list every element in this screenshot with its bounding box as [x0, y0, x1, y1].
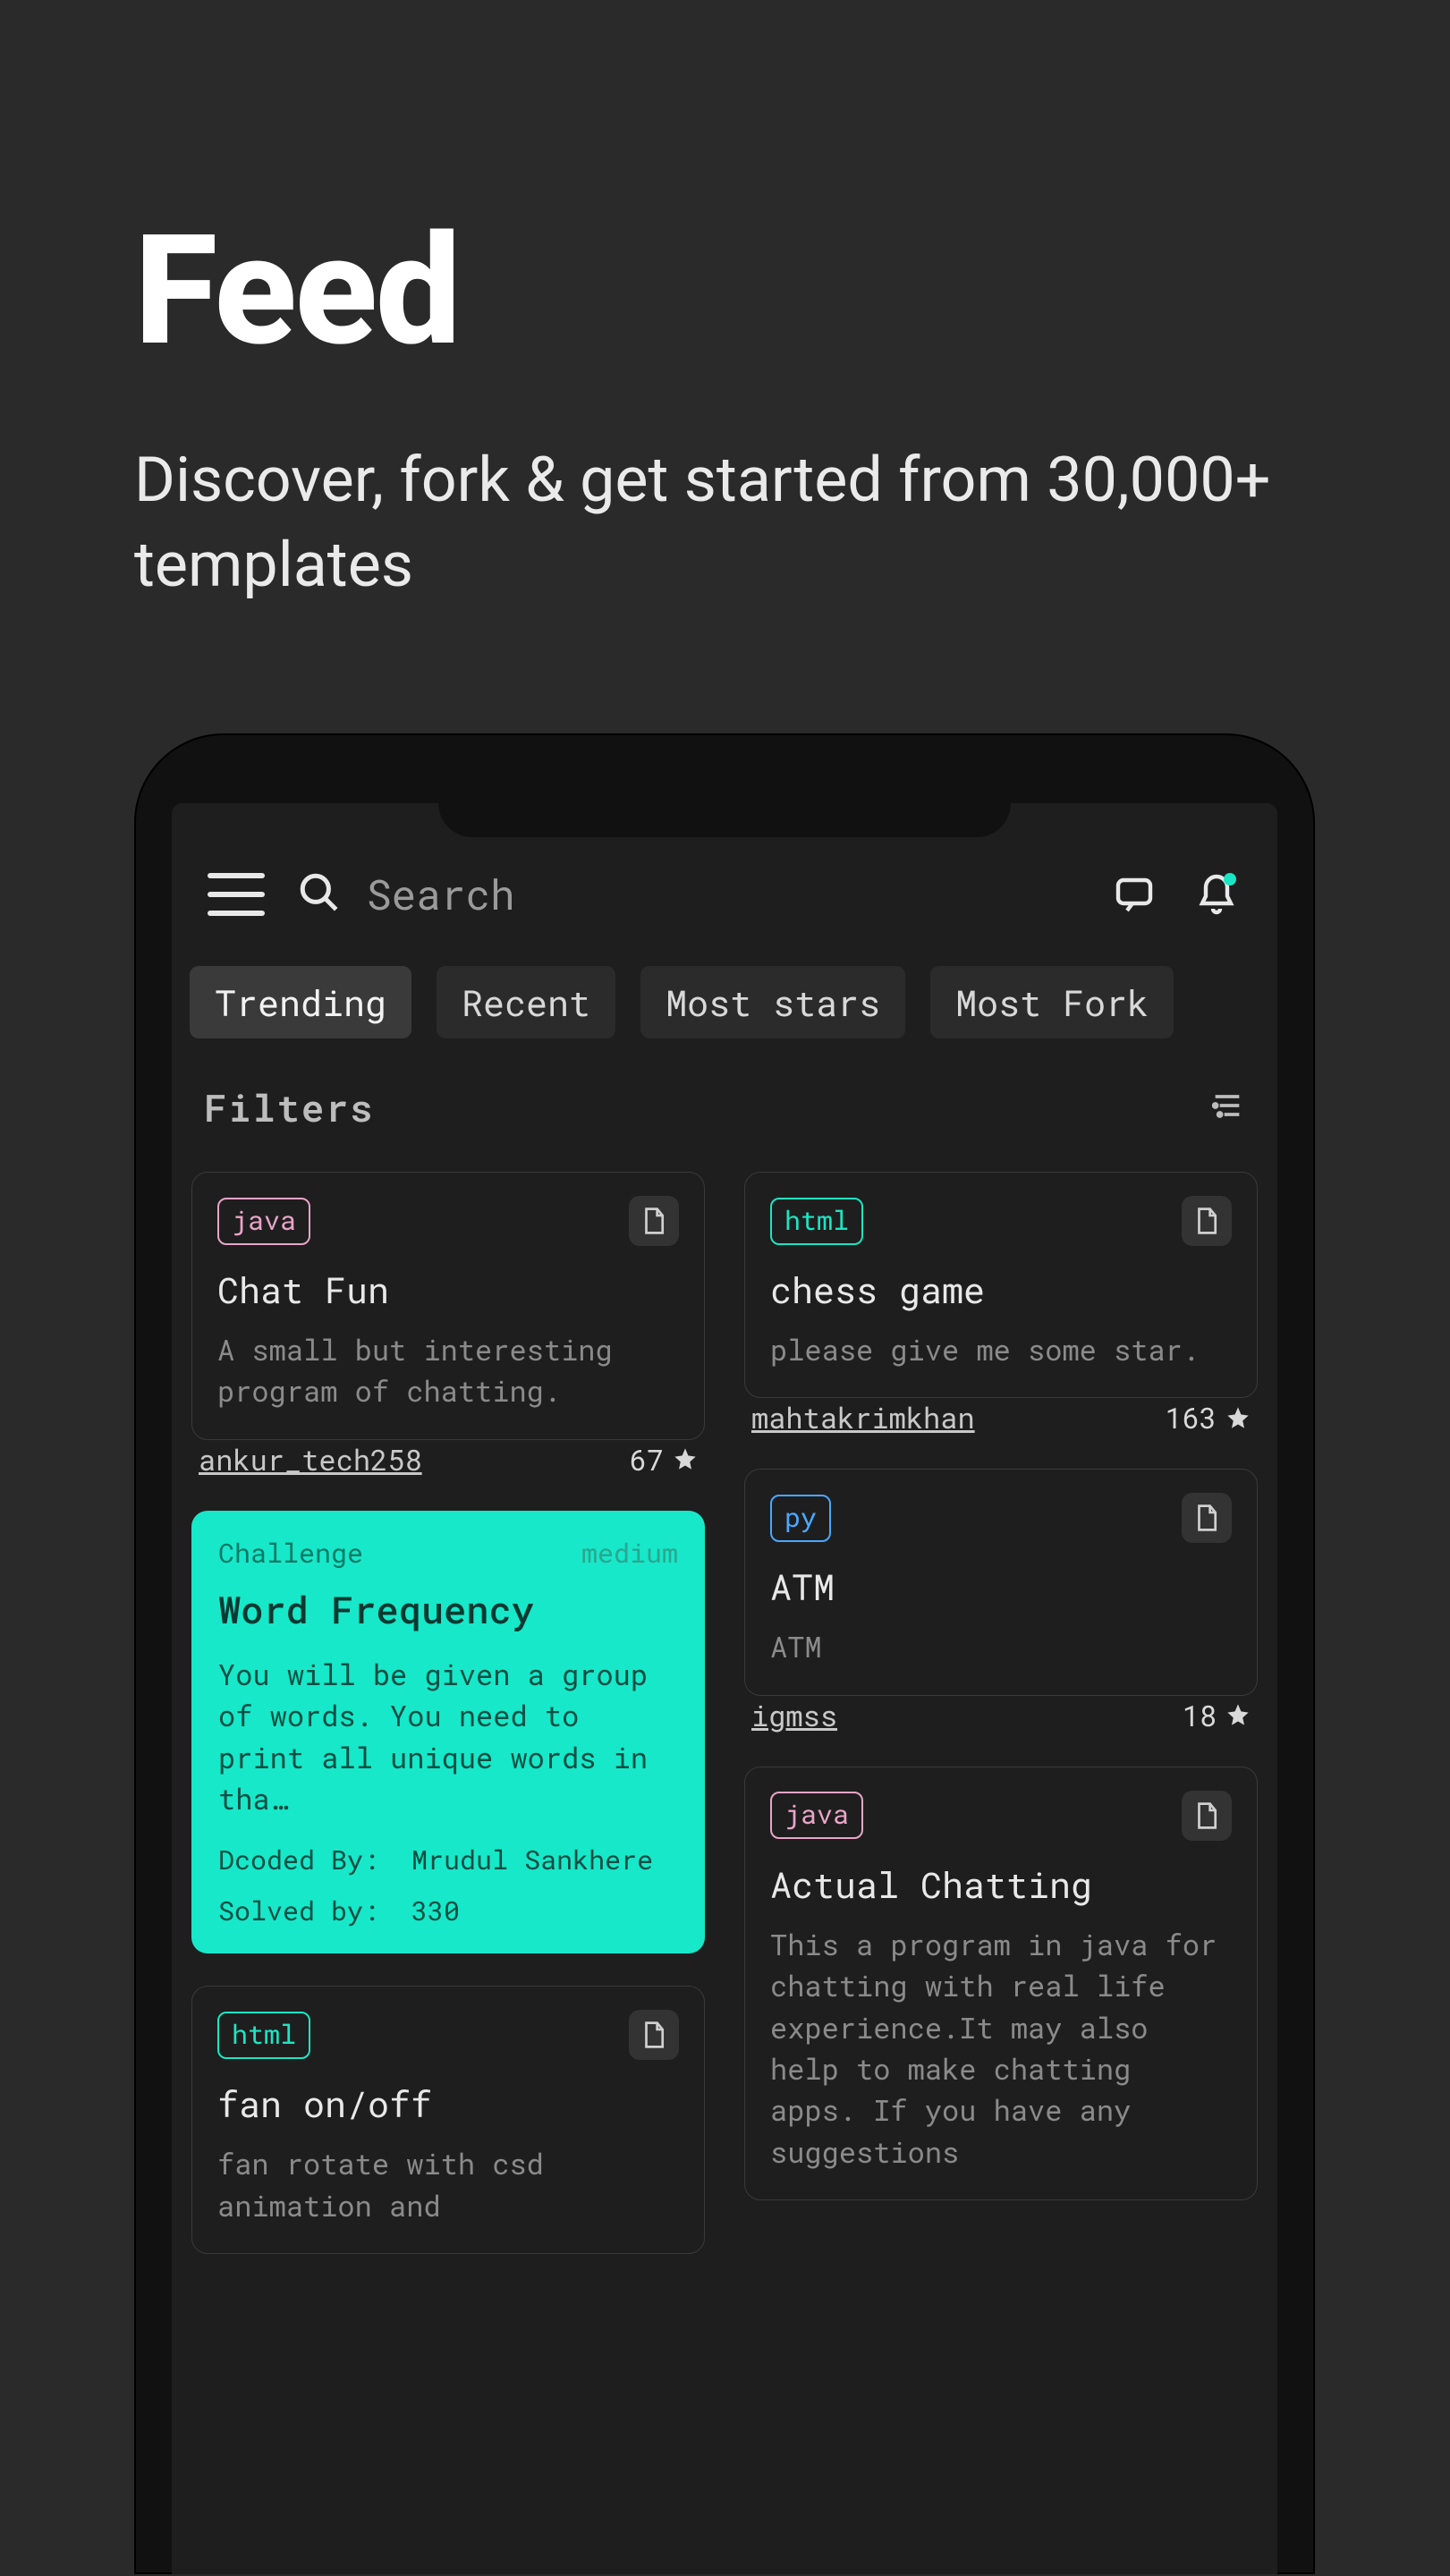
- page-title: Feed: [134, 215, 1316, 367]
- feed-item[interactable]: html chess game please give me some star…: [744, 1172, 1258, 1436]
- card-description: ATM: [770, 1626, 1232, 1667]
- feed-item[interactable]: java Actual Chatting This a program in j…: [744, 1767, 1258, 2200]
- tab-most-forks[interactable]: Most Fork: [930, 966, 1174, 1038]
- challenge-card[interactable]: Challenge medium Word Frequency You will…: [191, 1511, 705, 1954]
- language-tag: java: [770, 1792, 863, 1839]
- file-icon[interactable]: [1182, 1791, 1232, 1841]
- author-link[interactable]: igmss: [751, 1696, 837, 1734]
- file-icon[interactable]: [1182, 1196, 1232, 1246]
- star-count: 163: [1165, 1398, 1251, 1436]
- language-tag: py: [770, 1495, 831, 1542]
- device-notch: [438, 803, 1011, 837]
- card-title: ATM: [770, 1563, 1232, 1610]
- feed-grid: java Chat Fun A small but interesting pr…: [172, 1154, 1277, 2254]
- tab-recent[interactable]: Recent: [437, 966, 615, 1038]
- language-tag: java: [217, 1198, 310, 1245]
- page-subtitle: Discover, fork & get started from 30,000…: [134, 438, 1316, 607]
- card-title: fan on/off: [217, 2080, 679, 2127]
- feed-tabs: Trending Recent Most stars Most Fork: [172, 948, 1277, 1047]
- author-link[interactable]: mahtakrimkhan: [751, 1398, 975, 1436]
- messages-icon[interactable]: [1109, 869, 1159, 919]
- star-count: 67: [630, 1440, 698, 1479]
- file-icon[interactable]: [629, 1196, 679, 1246]
- app-screen: Trending Recent Most stars Most Fork Fil…: [172, 803, 1277, 2574]
- card-title: Actual Chatting: [770, 1860, 1232, 1908]
- card-description: A small but interesting program of chatt…: [217, 1329, 679, 1412]
- search-input[interactable]: [367, 868, 1077, 921]
- filters-label: Filters: [204, 1083, 374, 1132]
- challenge-author-line: Dcoded By: Mrudul Sankhere: [218, 1843, 678, 1877]
- feed-item[interactable]: html fan on/off fan rotate with csd anim…: [191, 1986, 705, 2254]
- feed-item[interactable]: java Chat Fun A small but interesting pr…: [191, 1172, 705, 1479]
- feed-item[interactable]: py ATM ATM igmss: [744, 1469, 1258, 1733]
- search-icon[interactable]: [297, 870, 342, 919]
- language-tag: html: [217, 2012, 310, 2059]
- tab-trending[interactable]: Trending: [190, 966, 411, 1038]
- challenge-difficulty: medium: [581, 1536, 678, 1571]
- challenge-solved-line: Solved by: 330: [218, 1894, 678, 1928]
- card-title: Chat Fun: [217, 1266, 679, 1313]
- card-title: chess game: [770, 1266, 1232, 1313]
- card-description: please give me some star.: [770, 1329, 1232, 1370]
- file-icon[interactable]: [1182, 1493, 1232, 1543]
- author-link[interactable]: ankur_tech258: [199, 1440, 422, 1479]
- card-description: This a program in java for chatting with…: [770, 1924, 1232, 2173]
- star-count: 18: [1183, 1696, 1251, 1734]
- challenge-description: You will be given a group of words. You …: [218, 1654, 678, 1820]
- file-icon[interactable]: [629, 2010, 679, 2060]
- notification-dot-icon: [1224, 873, 1236, 886]
- filters-icon[interactable]: [1209, 1088, 1245, 1128]
- notifications-icon[interactable]: [1191, 869, 1242, 919]
- menu-icon[interactable]: [208, 873, 265, 916]
- challenge-tag: Challenge: [218, 1536, 363, 1571]
- challenge-title: Word Frequency: [218, 1585, 678, 1634]
- tab-most-stars[interactable]: Most stars: [640, 966, 905, 1038]
- device-frame: Trending Recent Most stars Most Fork Fil…: [134, 733, 1315, 2574]
- language-tag: html: [770, 1198, 863, 1245]
- card-description: fan rotate with csd animation and: [217, 2143, 679, 2226]
